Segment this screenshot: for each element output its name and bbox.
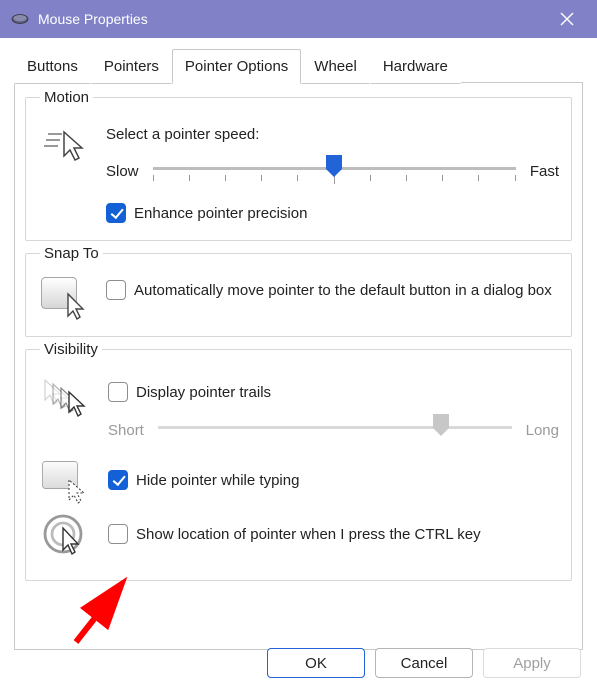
pointer-trails-label[interactable]: Display pointer trails xyxy=(136,382,271,403)
hide-pointer-typing-label[interactable]: Hide pointer while typing xyxy=(136,470,299,491)
pointer-speed-slider[interactable] xyxy=(153,157,516,185)
tab-pointers[interactable]: Pointers xyxy=(91,49,172,84)
window-title: Mouse Properties xyxy=(38,11,545,27)
snap-to-label[interactable]: Automatically move pointer to the defaul… xyxy=(134,280,552,301)
dialog-buttons: OK Cancel Apply xyxy=(267,648,581,678)
show-pointer-location-icon xyxy=(40,514,92,560)
fast-label: Fast xyxy=(530,163,559,180)
pointer-trails-slider xyxy=(158,416,512,444)
show-pointer-location-label[interactable]: Show location of pointer when I press th… xyxy=(136,524,481,545)
motion-cursor-icon xyxy=(38,120,90,162)
mouse-icon xyxy=(10,9,30,29)
titlebar: Mouse Properties xyxy=(0,0,597,38)
snap-to-icon xyxy=(38,276,90,320)
ok-button[interactable]: OK xyxy=(267,648,365,678)
cancel-button[interactable]: Cancel xyxy=(375,648,473,678)
show-pointer-location-checkbox[interactable] xyxy=(108,524,128,544)
group-visibility-legend: Visibility xyxy=(40,341,102,358)
tab-hardware[interactable]: Hardware xyxy=(370,49,461,84)
group-visibility: Visibility Display pointer trails xyxy=(25,341,572,582)
tab-wheel[interactable]: Wheel xyxy=(301,49,370,84)
group-snap-to: Snap To Automatically move pointer to th… xyxy=(25,245,572,337)
close-button[interactable] xyxy=(545,3,589,35)
slow-label: Slow xyxy=(106,163,139,180)
trails-short-label: Short xyxy=(108,422,144,439)
pointer-trails-checkbox[interactable] xyxy=(108,382,128,402)
pointer-trails-icon xyxy=(40,378,92,418)
trails-long-label: Long xyxy=(526,422,559,439)
hide-pointer-typing-icon xyxy=(40,460,92,504)
tab-pointer-options[interactable]: Pointer Options xyxy=(172,49,301,84)
group-snap-to-legend: Snap To xyxy=(40,245,103,262)
tab-buttons[interactable]: Buttons xyxy=(14,49,91,84)
hide-pointer-typing-checkbox[interactable] xyxy=(108,470,128,490)
group-motion-legend: Motion xyxy=(40,89,93,106)
tab-strip: Buttons Pointers Pointer Options Wheel H… xyxy=(14,48,583,83)
snap-to-checkbox[interactable] xyxy=(106,280,126,300)
pointer-speed-label: Select a pointer speed: xyxy=(106,126,559,143)
enhance-pointer-precision-checkbox[interactable] xyxy=(106,203,126,223)
tab-page-pointer-options: Motion Select a pointer speed: Slow xyxy=(14,82,583,650)
enhance-pointer-precision-label[interactable]: Enhance pointer precision xyxy=(134,203,307,224)
apply-button: Apply xyxy=(483,648,581,678)
group-motion: Motion Select a pointer speed: Slow xyxy=(25,89,572,241)
